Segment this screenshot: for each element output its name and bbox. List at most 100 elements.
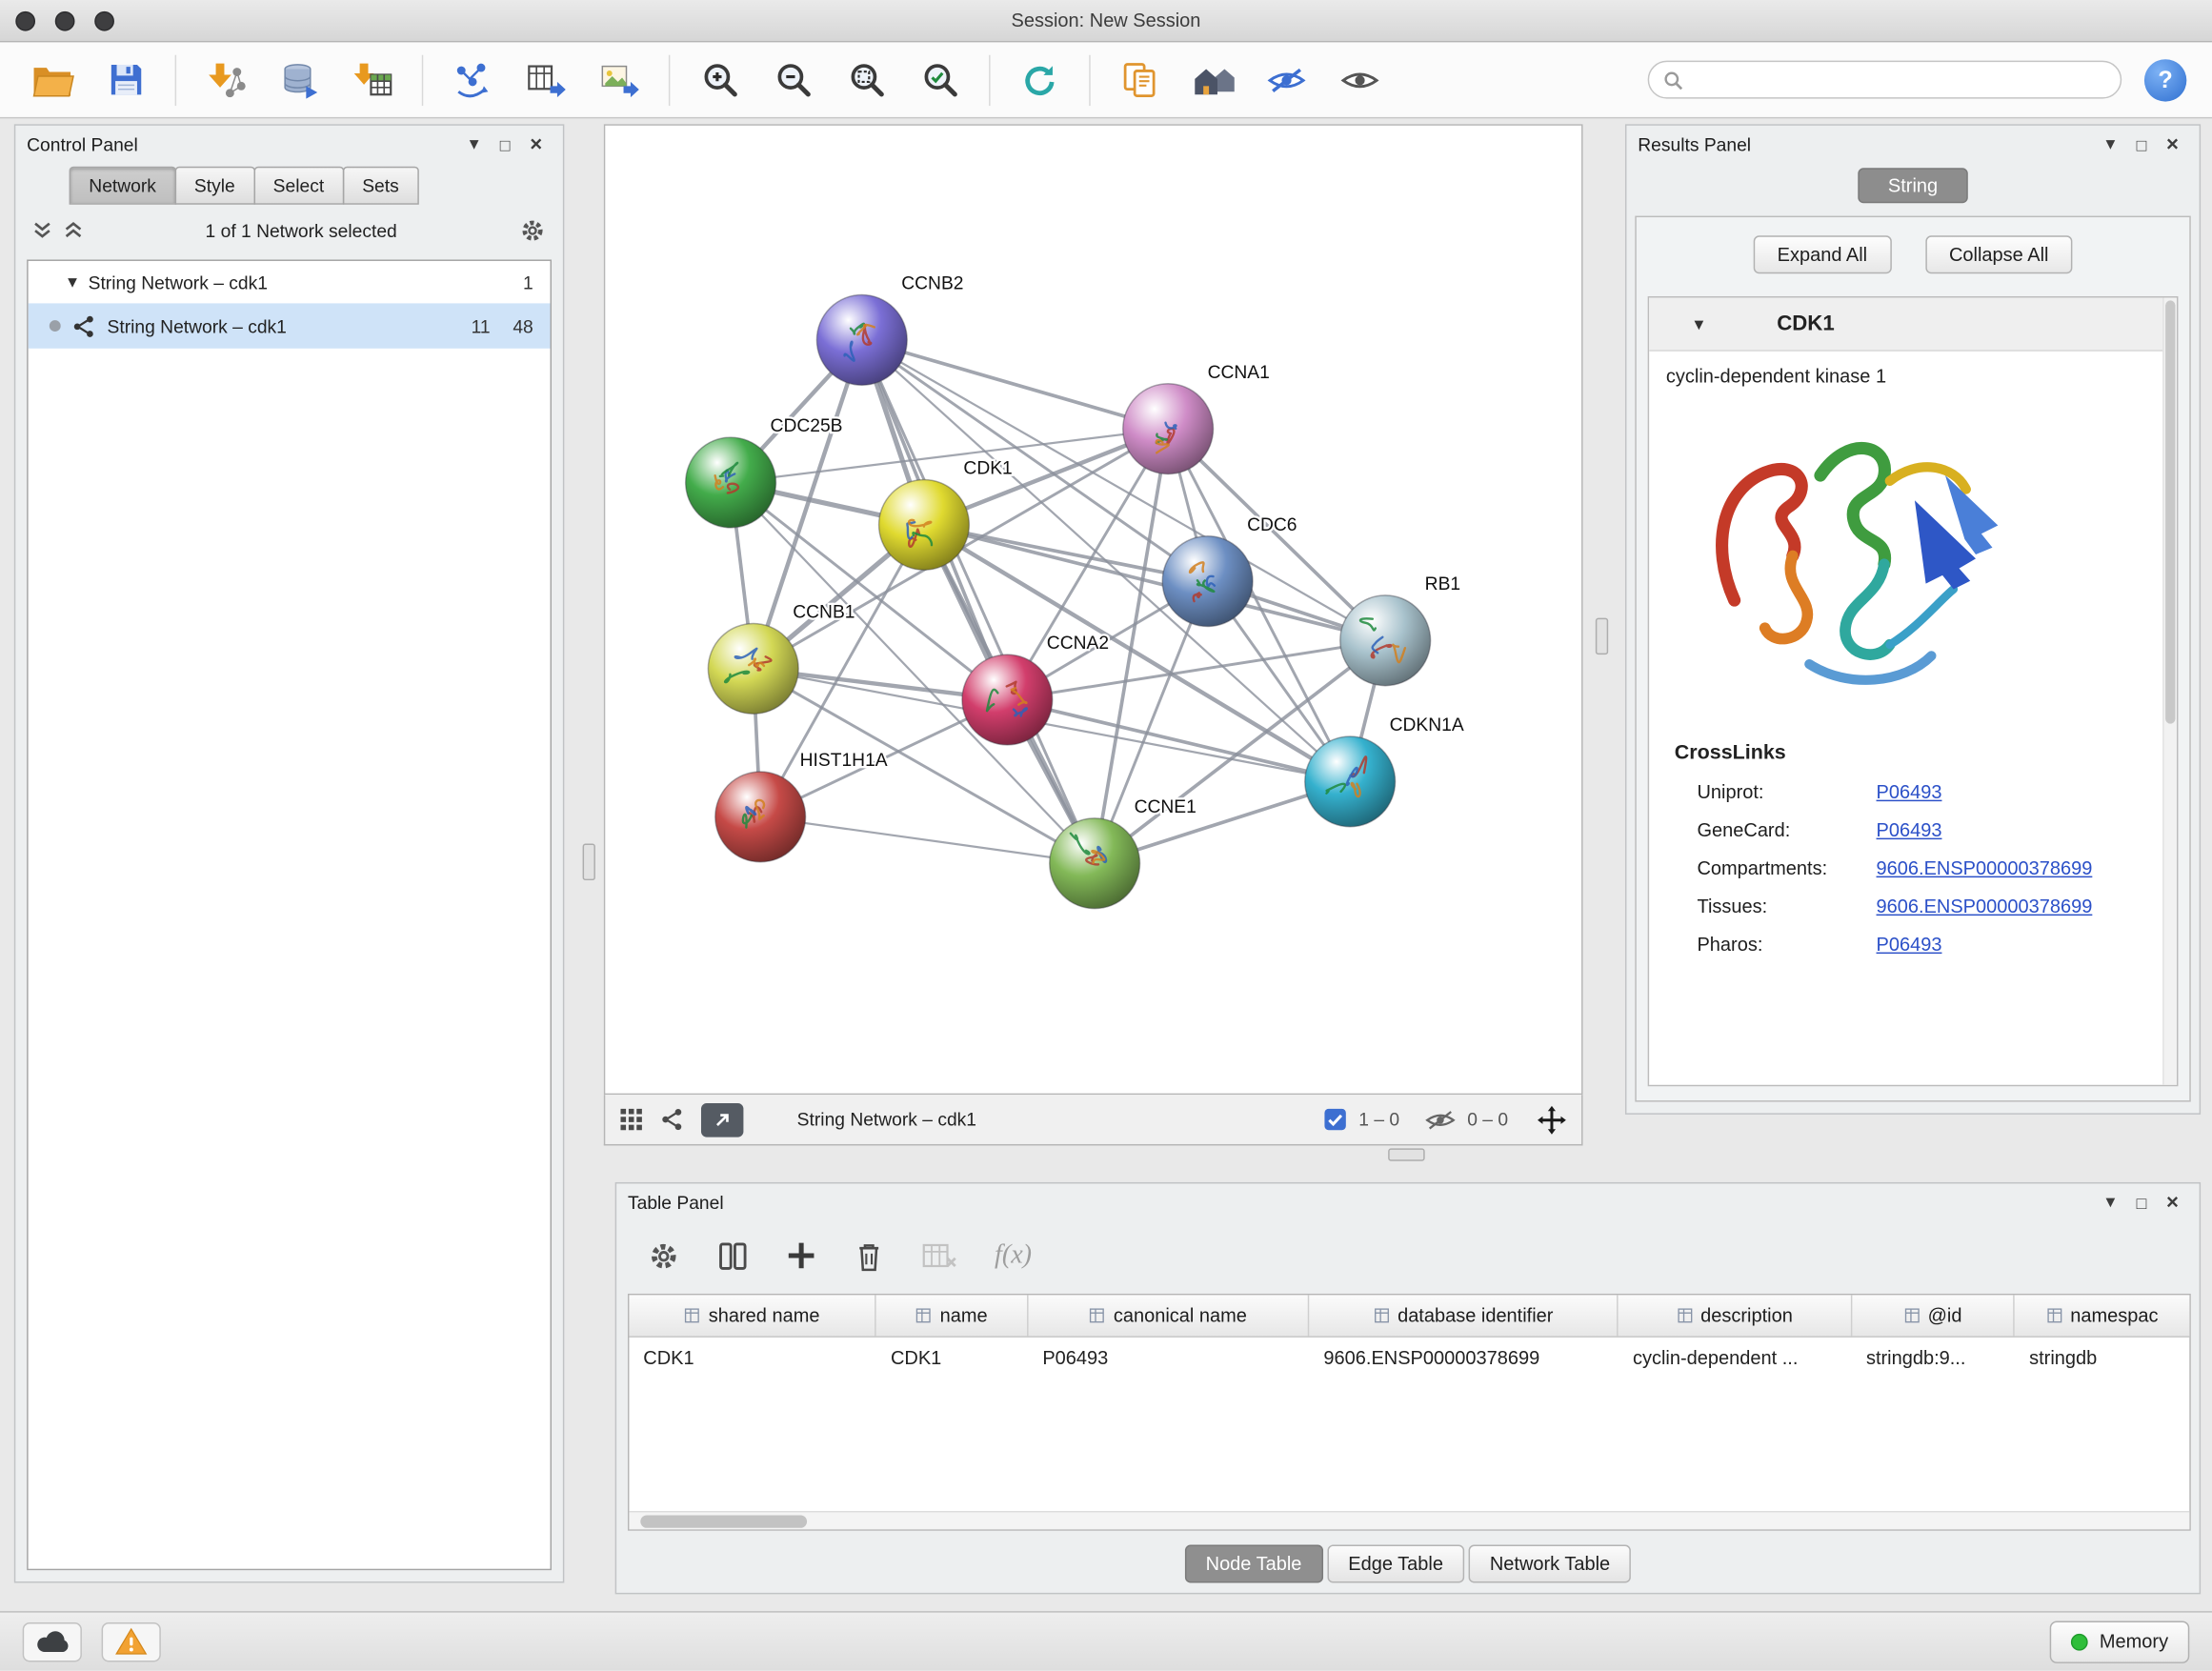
column-header[interactable]: name xyxy=(876,1295,1028,1336)
zoom-out-icon[interactable] xyxy=(760,50,825,110)
tab-network-table[interactable]: Network Table xyxy=(1469,1545,1632,1583)
apply-layout-icon[interactable] xyxy=(1007,50,1072,110)
share-view-icon[interactable] xyxy=(660,1107,684,1131)
network-edge[interactable] xyxy=(924,525,1385,640)
column-header[interactable]: namespac xyxy=(2015,1295,2189,1336)
panel-close-icon[interactable] xyxy=(520,131,552,155)
panel-float-icon[interactable] xyxy=(490,133,521,154)
network-node-CCNA2[interactable] xyxy=(962,654,1053,745)
application-window: Session: New Session Control P xyxy=(0,0,2212,1670)
tree-expand-icon[interactable]: ▾ xyxy=(68,271,77,293)
zoom-fit-icon[interactable] xyxy=(834,50,898,110)
gene-collapse-icon[interactable]: ▾ xyxy=(1695,312,1704,335)
left-splitter-handle[interactable] xyxy=(583,844,595,881)
column-header[interactable]: @id xyxy=(1852,1295,2015,1336)
save-session-icon[interactable] xyxy=(93,50,158,110)
function-builder-icon[interactable]: f(x) xyxy=(995,1240,1032,1272)
column-header[interactable]: shared name xyxy=(629,1295,876,1336)
panel-collapse-icon[interactable] xyxy=(2095,132,2126,155)
detach-view-button[interactable] xyxy=(701,1102,743,1137)
zoom-in-icon[interactable] xyxy=(687,50,752,110)
crosslink-uniprot-link[interactable]: P06493 xyxy=(1877,781,1942,802)
tab-style[interactable]: Style xyxy=(174,167,254,205)
memory-button[interactable]: Memory xyxy=(2050,1621,2189,1662)
table-header-row: shared name name canonical name database… xyxy=(629,1295,2189,1337)
panel-float-icon[interactable] xyxy=(2126,133,2158,154)
results-scrollbar[interactable] xyxy=(2162,297,2177,1084)
column-header[interactable]: description xyxy=(1619,1295,1852,1336)
network-collection-row[interactable]: ▾ String Network – cdk1 1 xyxy=(29,261,551,303)
table-row[interactable]: CDK1 CDK1 P06493 9606.ENSP00000378699 cy… xyxy=(629,1338,2189,1377)
table-options-gear-icon[interactable] xyxy=(648,1239,680,1272)
glass-ball-effect-icon[interactable] xyxy=(1254,50,1318,110)
network-options-gear-icon[interactable] xyxy=(519,216,546,243)
cloud-button[interactable] xyxy=(23,1621,82,1661)
collapse-all-button[interactable]: Collapse All xyxy=(1925,235,2073,273)
right-splitter-handle[interactable] xyxy=(1596,618,1608,655)
cell-name: CDK1 xyxy=(876,1346,1028,1367)
cell-shared-name: CDK1 xyxy=(629,1346,876,1367)
node-label: CDC6 xyxy=(1247,515,1297,535)
network-node-RB1[interactable] xyxy=(1340,595,1431,686)
cell-namespace: stringdb xyxy=(2015,1346,2189,1367)
help-icon[interactable] xyxy=(2144,58,2186,100)
import-network-from-file-icon[interactable] xyxy=(193,50,258,110)
table-horizontal-scrollbar[interactable] xyxy=(629,1511,2189,1529)
column-header[interactable]: canonical name xyxy=(1029,1295,1310,1336)
node-table: shared name name canonical name database… xyxy=(628,1294,2191,1531)
network-canvas[interactable]: CCNB2CCNA1CDC25BCDK1CDC6RB1CCNB1CCNA2CDK… xyxy=(604,124,1583,1095)
panel-float-icon[interactable] xyxy=(2126,1192,2158,1213)
search-input[interactable] xyxy=(1692,70,2106,91)
network-node-CCNB1[interactable] xyxy=(708,624,798,715)
import-table-from-file-icon[interactable] xyxy=(340,50,405,110)
panel-collapse-icon[interactable] xyxy=(458,132,490,155)
crosslink-pharos-link[interactable]: P06493 xyxy=(1877,934,1942,955)
network-edge[interactable] xyxy=(862,340,1095,863)
results-panel-title: Results Panel xyxy=(1638,133,1751,154)
network-edge[interactable] xyxy=(1007,700,1350,782)
export-image-icon[interactable] xyxy=(587,50,652,110)
zoom-selected-icon[interactable] xyxy=(907,50,972,110)
crosslink-tissues-link[interactable]: 9606.ENSP00000378699 xyxy=(1877,896,2093,916)
network-view-toolbar: String Network – cdk1 1 – 0 0 – 0 xyxy=(604,1095,1583,1145)
tab-select[interactable]: Select xyxy=(253,167,344,205)
new-network-icon[interactable] xyxy=(440,50,505,110)
import-network-from-database-icon[interactable] xyxy=(267,50,332,110)
crosslink-genecard-link[interactable]: P06493 xyxy=(1877,819,1942,840)
network-node-CCNB2[interactable] xyxy=(816,294,907,385)
copy-annotation-icon[interactable] xyxy=(1107,50,1172,110)
tab-network[interactable]: Network xyxy=(70,167,176,205)
column-header[interactable]: database identifier xyxy=(1310,1295,1619,1336)
network-node-CDKN1A[interactable] xyxy=(1305,736,1396,827)
show-structure-images-icon[interactable] xyxy=(1327,50,1392,110)
navigator-move-icon[interactable] xyxy=(1537,1104,1568,1136)
network-edge[interactable] xyxy=(862,340,1168,429)
horizontal-splitter-handle[interactable] xyxy=(1388,1148,1425,1160)
collapse-all-tree-icon[interactable] xyxy=(64,220,84,240)
network-edge[interactable] xyxy=(760,816,1095,863)
tab-node-table[interactable]: Node Table xyxy=(1184,1545,1322,1583)
table-panel: Table Panel f(x) shared name name canoni… xyxy=(615,1182,2201,1594)
expand-all-tree-icon[interactable] xyxy=(32,220,52,240)
network-graph[interactable]: CCNB2CCNA1CDC25BCDK1CDC6RB1CCNB1CCNA2CDK… xyxy=(605,126,1581,1094)
network-node-CDC25B[interactable] xyxy=(686,437,776,528)
tab-sets[interactable]: Sets xyxy=(342,167,418,205)
expand-all-button[interactable]: Expand All xyxy=(1753,235,1891,273)
window-title: Session: New Session xyxy=(0,10,2212,30)
panel-close-icon[interactable] xyxy=(2157,1190,2188,1214)
grid-mode-icon[interactable] xyxy=(619,1107,643,1131)
tab-string[interactable]: String xyxy=(1859,167,1967,202)
network-row-selected[interactable]: String Network – cdk1 11 48 xyxy=(29,303,551,348)
tab-edge-table[interactable]: Edge Table xyxy=(1327,1545,1464,1583)
export-table-icon[interactable] xyxy=(513,50,578,110)
add-column-icon[interactable] xyxy=(786,1240,817,1272)
panel-close-icon[interactable] xyxy=(2157,131,2188,155)
open-session-icon[interactable] xyxy=(20,50,85,110)
string-home-icon[interactable] xyxy=(1180,50,1245,110)
warning-button[interactable] xyxy=(102,1621,161,1661)
crosslink-compartments-link[interactable]: 9606.ENSP00000378699 xyxy=(1877,857,2093,878)
crosslink-row: GeneCard: P06493 xyxy=(1649,811,2177,849)
delete-column-trash-icon[interactable] xyxy=(854,1239,885,1272)
panel-collapse-icon[interactable] xyxy=(2095,1191,2126,1214)
show-columns-icon[interactable] xyxy=(716,1239,749,1272)
